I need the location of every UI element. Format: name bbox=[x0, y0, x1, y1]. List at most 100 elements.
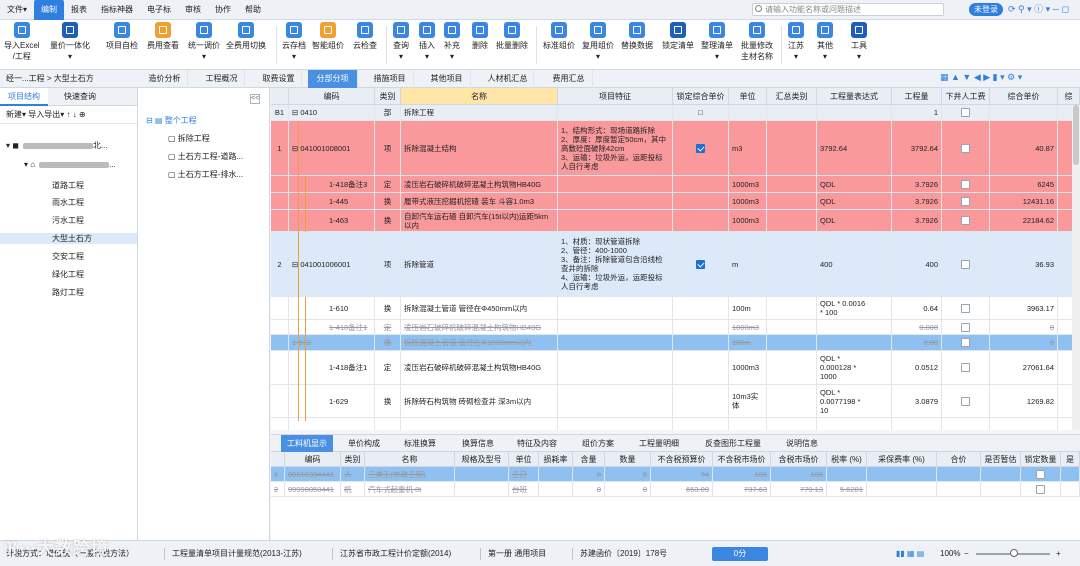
menu-item[interactable]: 指标神器 bbox=[94, 0, 140, 20]
table-cell[interactable] bbox=[942, 210, 990, 231]
table-cell[interactable]: 项 bbox=[375, 121, 401, 175]
table-cell[interactable] bbox=[455, 482, 509, 496]
table-cell[interactable]: 1-418备注3 bbox=[289, 176, 375, 192]
table-cell[interactable] bbox=[942, 351, 990, 384]
table-cell[interactable] bbox=[827, 467, 867, 481]
table-cell[interactable]: 2 bbox=[271, 232, 289, 296]
table-cell[interactable]: QDL bbox=[817, 193, 892, 209]
table-cell[interactable] bbox=[767, 232, 817, 296]
checkbox[interactable] bbox=[961, 259, 970, 269]
zoom-out-button[interactable]: − bbox=[964, 541, 969, 566]
column-header[interactable]: 合价 bbox=[937, 452, 981, 467]
section-tree-item[interactable]: ▢ 土石方工程-道路... bbox=[168, 151, 243, 162]
table-cell[interactable]: 12431.16 bbox=[990, 193, 1058, 209]
table-cell[interactable]: m bbox=[729, 232, 767, 296]
column-header[interactable]: 税率 (%) bbox=[827, 452, 867, 467]
table-cell[interactable]: 400 bbox=[892, 232, 942, 296]
toolbar-button[interactable]: 费用查看 bbox=[147, 22, 179, 51]
project-tree-item[interactable]: 绿化工程 bbox=[52, 269, 84, 280]
table-cell[interactable] bbox=[673, 176, 729, 192]
table-cell[interactable]: 100m bbox=[729, 297, 767, 319]
table-cell[interactable]: m3 bbox=[729, 121, 767, 175]
table-cell[interactable]: 3.0879 bbox=[892, 385, 942, 417]
table-cell[interactable]: 1-629 bbox=[289, 385, 375, 417]
column-header[interactable]: 含税市场价 bbox=[771, 452, 827, 467]
checkbox[interactable] bbox=[961, 303, 970, 313]
menu-item[interactable]: 审核 bbox=[178, 0, 208, 20]
project-tree-item[interactable]: 雨水工程 bbox=[52, 197, 84, 208]
detail-tab[interactable]: 标准换算 bbox=[397, 435, 443, 452]
project-tree-item[interactable]: 污水工程 bbox=[52, 215, 84, 226]
toolbar-button[interactable]: 删除 bbox=[472, 22, 488, 51]
table-cell[interactable] bbox=[981, 482, 1021, 496]
table-row[interactable]: 1-445 换 履带式液压挖掘机挖碴 装车 斗容1.0m3 1000m3 QDL 3.79… bbox=[271, 193, 1080, 210]
table-cell[interactable]: 拆除混凝土结构 bbox=[401, 121, 558, 175]
table-cell[interactable]: 部 bbox=[375, 105, 401, 120]
tab-quick-query[interactable]: 快速查询 bbox=[56, 88, 104, 106]
main-tab[interactable]: 费用汇总 bbox=[545, 70, 593, 88]
table-cell[interactable] bbox=[673, 232, 729, 296]
table-cell[interactable]: 履带式液压挖掘机挖碴 装车 斗容1.0m3 bbox=[401, 193, 558, 209]
table-cell[interactable] bbox=[539, 467, 573, 481]
collapse-pane-button[interactable]: << bbox=[250, 94, 260, 104]
toolbar-button[interactable]: 补充 ▾ bbox=[444, 22, 460, 62]
tab-tools[interactable]: ▦ ▲ ▼ ◀ ▶ ▮ ▾ ⚙ ▾ bbox=[940, 72, 1022, 83]
checkbox[interactable] bbox=[1036, 484, 1045, 494]
table-cell[interactable]: 拆除工程 bbox=[401, 105, 558, 120]
table-cell[interactable]: 拆除管道 bbox=[401, 232, 558, 296]
table-cell[interactable] bbox=[558, 193, 673, 209]
table-cell[interactable] bbox=[673, 121, 729, 175]
table-cell[interactable] bbox=[558, 176, 673, 192]
main-tab[interactable]: 其他项目 bbox=[423, 70, 471, 88]
detail-tab[interactable]: 反查图形工程量 bbox=[697, 435, 769, 452]
table-cell[interactable]: 0 bbox=[573, 482, 605, 496]
table-cell[interactable]: B1 bbox=[271, 105, 289, 120]
table-row[interactable]: 1-629 换 拆除砖石构筑物 砖砌检查井 深3m以内 10m3实 体 QDL * 0.… bbox=[271, 385, 1080, 418]
table-cell[interactable]: 1、结构形式：现场道路拆除 2、厚度：厚度暂定50cm，其中高敷砼面破除42cm… bbox=[558, 121, 673, 175]
checkbox[interactable] bbox=[961, 396, 970, 406]
table-cell[interactable]: 3792.64 bbox=[817, 121, 892, 175]
table-row[interactable]: 1-463 换 自卸汽车运石碴 自卸汽车(15t以内)运距5km以内 1000m3 QD… bbox=[271, 210, 1080, 232]
table-cell[interactable]: 项 bbox=[375, 232, 401, 296]
table-cell[interactable]: 台班 bbox=[509, 482, 539, 496]
window-controls[interactable]: ⟳ ⚲ ▾ ⓘ ▾ ─ ◻ bbox=[1008, 2, 1069, 15]
table-cell[interactable] bbox=[401, 418, 558, 430]
table-cell[interactable] bbox=[271, 210, 289, 231]
table-cell[interactable]: 凌压岩石破碎机破碎混凝土构筑物HB40G bbox=[401, 320, 558, 334]
project-tree-item[interactable]: 道路工程 bbox=[52, 180, 84, 191]
table-cell[interactable] bbox=[558, 297, 673, 319]
table-cell[interactable] bbox=[673, 210, 729, 231]
table-cell[interactable] bbox=[867, 467, 937, 481]
column-header[interactable]: 综合单价 bbox=[990, 88, 1058, 105]
table-cell[interactable]: 1000m3 bbox=[729, 176, 767, 192]
table-cell[interactable] bbox=[271, 176, 289, 192]
table-cell[interactable]: 1-612 bbox=[289, 335, 375, 350]
menu-item[interactable]: 报表 bbox=[64, 0, 94, 20]
table-cell[interactable] bbox=[1061, 467, 1080, 481]
table-cell[interactable]: 定 bbox=[375, 176, 401, 192]
column-header[interactable]: 锁定综合单价 bbox=[673, 88, 729, 105]
tab-project-structure[interactable]: 项目结构 bbox=[0, 88, 48, 106]
checkbox[interactable] bbox=[961, 179, 970, 189]
breadcrumb[interactable]: 经一...工程 > 大型土石方 bbox=[6, 70, 94, 88]
table-cell[interactable]: 0 bbox=[990, 335, 1058, 350]
table-cell[interactable]: 22184.62 bbox=[990, 210, 1058, 231]
table-cell[interactable] bbox=[990, 105, 1058, 120]
toolbar-button[interactable]: 统一调价 ▾ bbox=[188, 22, 220, 62]
table-cell[interactable] bbox=[942, 335, 990, 350]
table-cell[interactable] bbox=[942, 105, 990, 120]
table-cell[interactable]: ⊟ 041001008001 bbox=[289, 121, 375, 175]
table-cell[interactable] bbox=[558, 351, 673, 384]
column-header[interactable]: 名称 bbox=[401, 88, 558, 105]
checkbox[interactable] bbox=[961, 322, 970, 332]
table-row[interactable]: 1-612 换 拆除混凝土管道 管径在Φ1000mm以内 100m 0.00 0 bbox=[271, 335, 1080, 351]
checkbox[interactable] bbox=[961, 196, 970, 206]
toolbar-button[interactable]: 云检查 bbox=[353, 22, 377, 51]
table-cell[interactable]: 10m3实 体 bbox=[729, 385, 767, 417]
table-cell[interactable]: 1000m3 bbox=[729, 210, 767, 231]
checkbox[interactable] bbox=[961, 108, 970, 117]
table-cell[interactable]: 3792.64 bbox=[892, 121, 942, 175]
table-cell[interactable] bbox=[981, 467, 1021, 481]
table-cell[interactable]: 3963.17 bbox=[990, 297, 1058, 319]
table-cell[interactable] bbox=[942, 320, 990, 334]
